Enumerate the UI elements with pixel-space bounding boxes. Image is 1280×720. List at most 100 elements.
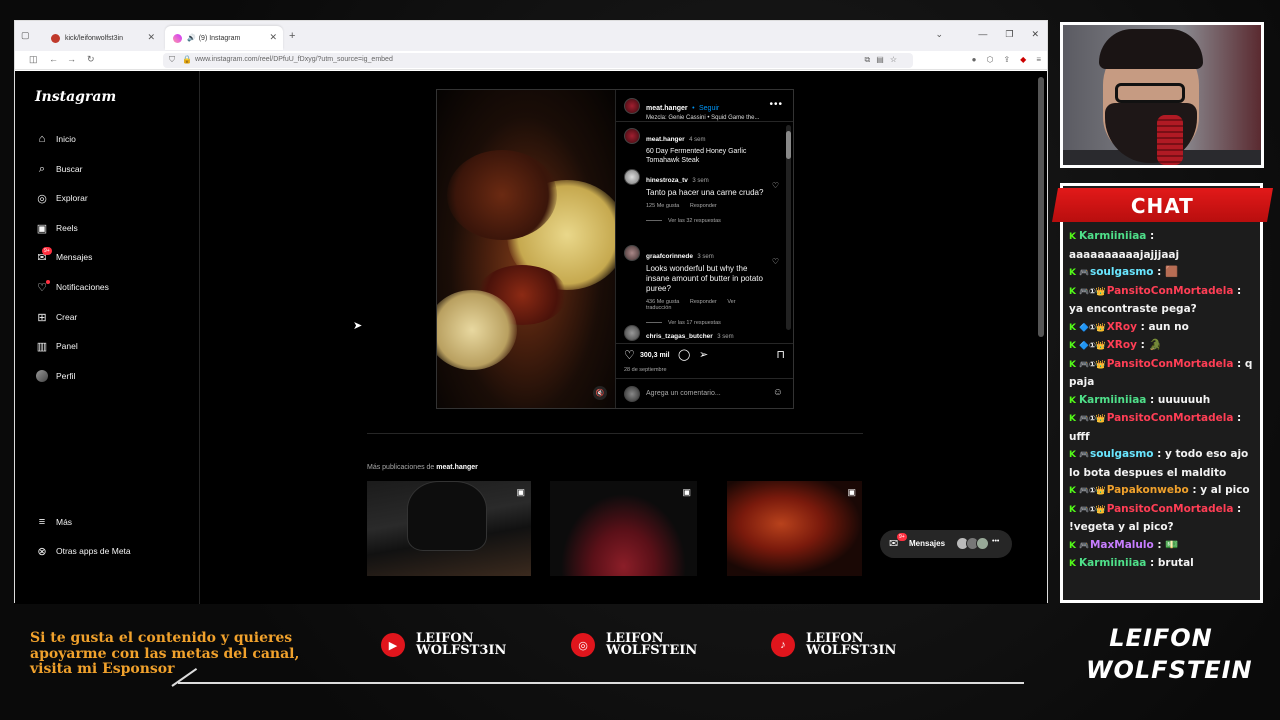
addon-icon[interactable]: ◆ (1020, 55, 1026, 64)
comment-user[interactable]: hinestroza_tv (646, 177, 688, 184)
back-icon[interactable]: ← (49, 54, 58, 64)
chat-username[interactable]: PansitoConMortadela (1107, 503, 1234, 515)
chat-username[interactable]: XRoy (1107, 339, 1137, 351)
more-post-thumbnail[interactable]: ▣ (550, 481, 697, 576)
picture-in-picture-icon[interactable]: ⧉ (865, 55, 871, 65)
chevron-down-icon[interactable]: ⌄ (935, 29, 943, 40)
window-controls: — ❐ ✕ (978, 29, 1039, 40)
more-post-thumbnail[interactable]: ▣ (367, 481, 531, 576)
chat-username[interactable]: PansitoConMortadela (1107, 358, 1234, 370)
new-tab-button[interactable]: + (289, 30, 295, 42)
follow-button[interactable]: Seguir (699, 105, 719, 112)
sidebar-item-explorar[interactable]: ◎ Explorar (35, 189, 87, 207)
reply-button[interactable]: Responder (690, 203, 717, 209)
shield-icon[interactable]: ⛉ (169, 55, 175, 65)
sidebar-item-mensajes[interactable]: ✉ 9+ Mensajes (35, 247, 92, 266)
chat-username[interactable]: soulgasmo (1090, 266, 1154, 278)
sidebar-item-inicio[interactable]: ⌂ Inicio (35, 130, 76, 148)
reels-icon: ▣ (516, 487, 525, 497)
pocket-icon[interactable]: ● (972, 55, 977, 64)
send-icon[interactable]: ➢ (699, 348, 708, 361)
url-bar[interactable]: ⛉ 🔒 www.instagram.com/reel/DPfuU_fDxyg/?… (163, 53, 913, 68)
menu-icon[interactable]: ≡ (1036, 55, 1041, 64)
tab-kick[interactable]: kick/leifonwolfst3in ✕ (43, 26, 161, 50)
reel-video[interactable]: 🔇 (437, 90, 615, 408)
reload-icon[interactable]: ↻ (87, 54, 95, 65)
sidebar-item-panel[interactable]: ▥ Panel (35, 337, 78, 355)
post-username[interactable]: meat.hanger (646, 105, 688, 112)
avatar[interactable] (624, 245, 640, 261)
sidebar-item-reels[interactable]: ▣ Reels (35, 219, 78, 237)
page-scrollbar[interactable] (1038, 77, 1044, 337)
avatar[interactable] (624, 128, 640, 144)
chat-username[interactable]: Karmiiniiaa (1079, 557, 1146, 569)
more-posts-user[interactable]: meat.hanger (436, 464, 478, 471)
close-window-icon[interactable]: ✕ (1031, 29, 1039, 40)
maximize-icon[interactable]: ❐ (1005, 29, 1013, 40)
sidebar-item-notificaciones[interactable]: ♡ Notificaciones (35, 278, 109, 296)
mute-icon[interactable]: 🔇 (593, 386, 607, 400)
instagram-logo[interactable]: Instagram (35, 89, 116, 105)
chat-username[interactable]: MaxMalulo (1090, 539, 1154, 551)
sidebar-item-otras-apps[interactable]: ⊗ Otras apps de Meta (35, 542, 130, 560)
reply-button[interactable]: Responder (690, 299, 717, 305)
chat-header: CHAT (1052, 188, 1273, 222)
close-icon[interactable]: ✕ (147, 32, 155, 43)
emoji-icon[interactable]: ☺ (773, 387, 783, 398)
extensions-icon[interactable]: ⬡ (986, 55, 993, 64)
youtube-link[interactable]: ▶ LEIFON WOLFST3IN (381, 632, 506, 657)
comment-input[interactable]: Agrega un comentario... (646, 390, 721, 397)
more-options-icon[interactable]: ••• (769, 99, 783, 110)
sidebar-icon[interactable]: ◫ (29, 54, 38, 65)
chat-username[interactable]: Papakonwebo (1107, 484, 1189, 496)
comment-icon[interactable]: ◯ (678, 348, 690, 361)
chat-username[interactable]: soulgasmo (1090, 448, 1154, 460)
messages-pill[interactable]: ✉ 9+ Mensajes ••• (880, 530, 1012, 558)
tiktok-link[interactable]: ♪ LEIFON WOLFST3IN (771, 632, 896, 657)
minimize-icon[interactable]: — (978, 29, 987, 40)
comment-user[interactable]: chris_tzagas_butcher (646, 333, 713, 340)
chat-username[interactable]: Karmiiniiaa (1079, 394, 1146, 406)
chat-panel: CHAT K Karmiiniiaa : aaaaaaaaaajajjjaaj K 🎮… (1052, 183, 1273, 603)
forward-icon[interactable]: → (67, 54, 76, 64)
like-comment-icon[interactable]: ♡ (772, 257, 779, 266)
close-icon[interactable]: ✕ (269, 32, 277, 43)
sidebar-item-buscar[interactable]: ⌕ Buscar (35, 160, 83, 178)
tab-instagram[interactable]: 🔊 (9) Instagram ✕ (165, 26, 283, 50)
avatar[interactable] (624, 98, 640, 114)
share-icon[interactable]: ⇪ (1003, 55, 1010, 64)
more-post-thumbnail[interactable]: ▣ (727, 481, 862, 576)
bookmark-icon[interactable]: ⊓ (776, 348, 785, 361)
bookmark-star-icon[interactable]: ☆ (890, 55, 897, 65)
chat-username[interactable]: PansitoConMortadela (1107, 412, 1234, 424)
speaker-icon[interactable]: 🔊 (187, 34, 196, 42)
view-replies[interactable]: Ver las 32 respuestas (646, 218, 766, 224)
chat-username[interactable]: XRoy (1107, 321, 1137, 333)
comments-scroll-thumb[interactable] (786, 131, 791, 159)
lock-icon[interactable]: 🔒 (182, 55, 192, 64)
chat-message: K 🎮①👑PansitoConMortadela : ya encontraste… (1069, 283, 1257, 319)
plus-icon: ⊞ (37, 311, 47, 324)
sidebar-item-perfil[interactable]: Perfil (35, 367, 75, 385)
like-comment-icon[interactable]: ♡ (772, 181, 779, 190)
channel-logo: LEIFON WOLFSTEIN (1086, 624, 1252, 688)
comment-user[interactable]: graafcorinnede (646, 253, 693, 260)
extension-icons: ● ⬡ ⇪ ◆ ≡ (972, 55, 1041, 64)
comment-user[interactable]: meat.hanger (646, 136, 685, 143)
tab-list-icon[interactable]: ▢ (21, 30, 30, 41)
avatar (976, 537, 989, 550)
chat-username[interactable]: Karmiiniiaa (1079, 230, 1146, 242)
instagram-link[interactable]: ◎ LEIFON WOLFSTEIN (571, 632, 697, 657)
kick-badge-icon: K (1069, 450, 1076, 460)
comment-likes[interactable]: 125 Me gusta (646, 203, 679, 209)
comment-time: 3 sem (697, 254, 714, 260)
heart-icon[interactable]: ♡ (624, 348, 635, 362)
avatar[interactable] (624, 325, 640, 341)
reader-icon[interactable]: ▤ (876, 55, 884, 65)
audio-label[interactable]: Mezcla: Genie Cassini • Squid Game the..… (646, 115, 759, 121)
likes-count[interactable]: 300,3 mil (640, 352, 670, 359)
chat-username[interactable]: PansitoConMortadela (1107, 285, 1234, 297)
sidebar-item-crear[interactable]: ⊞ Crear (35, 308, 77, 326)
avatar[interactable] (624, 169, 640, 185)
sidebar-item-mas[interactable]: ≡ Más (35, 513, 72, 531)
